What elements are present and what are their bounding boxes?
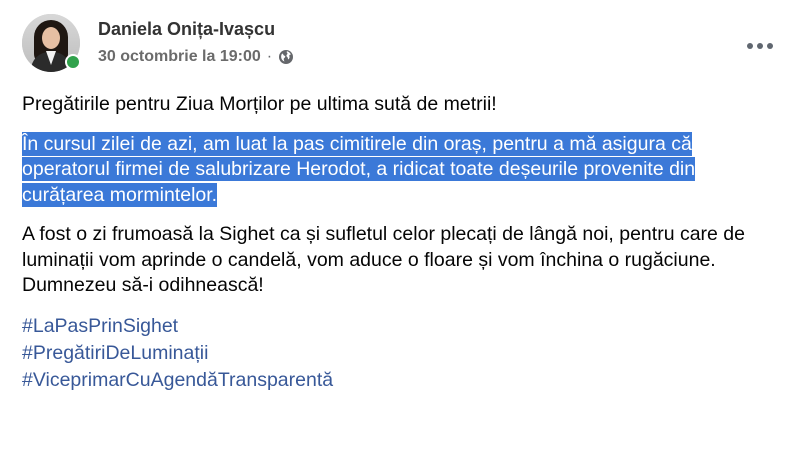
- online-status-indicator: [65, 54, 81, 70]
- hashtag-link[interactable]: #LaPasPrinSighet: [22, 313, 782, 340]
- facebook-post: Daniela Onița-Ivașcu 30 octombrie la 19:…: [0, 0, 800, 453]
- post-header: Daniela Onița-Ivașcu 30 octombrie la 19:…: [22, 14, 294, 72]
- post-paragraph: A fost o zi frumoasă la Sighet ca și suf…: [22, 222, 782, 299]
- three-dots-icon: [747, 43, 773, 49]
- post-paragraph: Pregătirile pentru Ziua Morților pe ulti…: [22, 92, 782, 118]
- meta-separator: ·: [266, 48, 273, 65]
- author-name[interactable]: Daniela Onița-Ivașcu: [98, 18, 294, 40]
- hashtag-link[interactable]: #PregătiriDeLuminații: [22, 340, 782, 367]
- post-text: Pregătirile pentru Ziua Morților pe ulti…: [22, 92, 782, 394]
- post-paragraph-text: A fost o zi frumoasă la Sighet ca și suf…: [22, 223, 745, 296]
- selected-text: În cursul zilei de azi, am luat la pas c…: [22, 131, 696, 207]
- hashtag-list: #LaPasPrinSighet #PregătiriDeLuminații #…: [22, 313, 782, 394]
- post-paragraph-selected: În cursul zilei de azi, am luat la pas c…: [22, 131, 782, 209]
- hashtag-link[interactable]: #ViceprimarCuAgendăTransparentă: [22, 367, 782, 394]
- post-timestamp[interactable]: 30 octombrie la 19:00: [98, 48, 261, 66]
- avatar[interactable]: [22, 14, 81, 72]
- more-options-button[interactable]: [742, 36, 778, 56]
- post-meta: Daniela Onița-Ivașcu 30 octombrie la 19:…: [98, 14, 294, 66]
- post-paragraph-text: Pregătirile pentru Ziua Morților pe ulti…: [22, 93, 497, 115]
- globe-icon[interactable]: [278, 49, 294, 65]
- post-meta-line: 30 octombrie la 19:00 ·: [98, 48, 294, 66]
